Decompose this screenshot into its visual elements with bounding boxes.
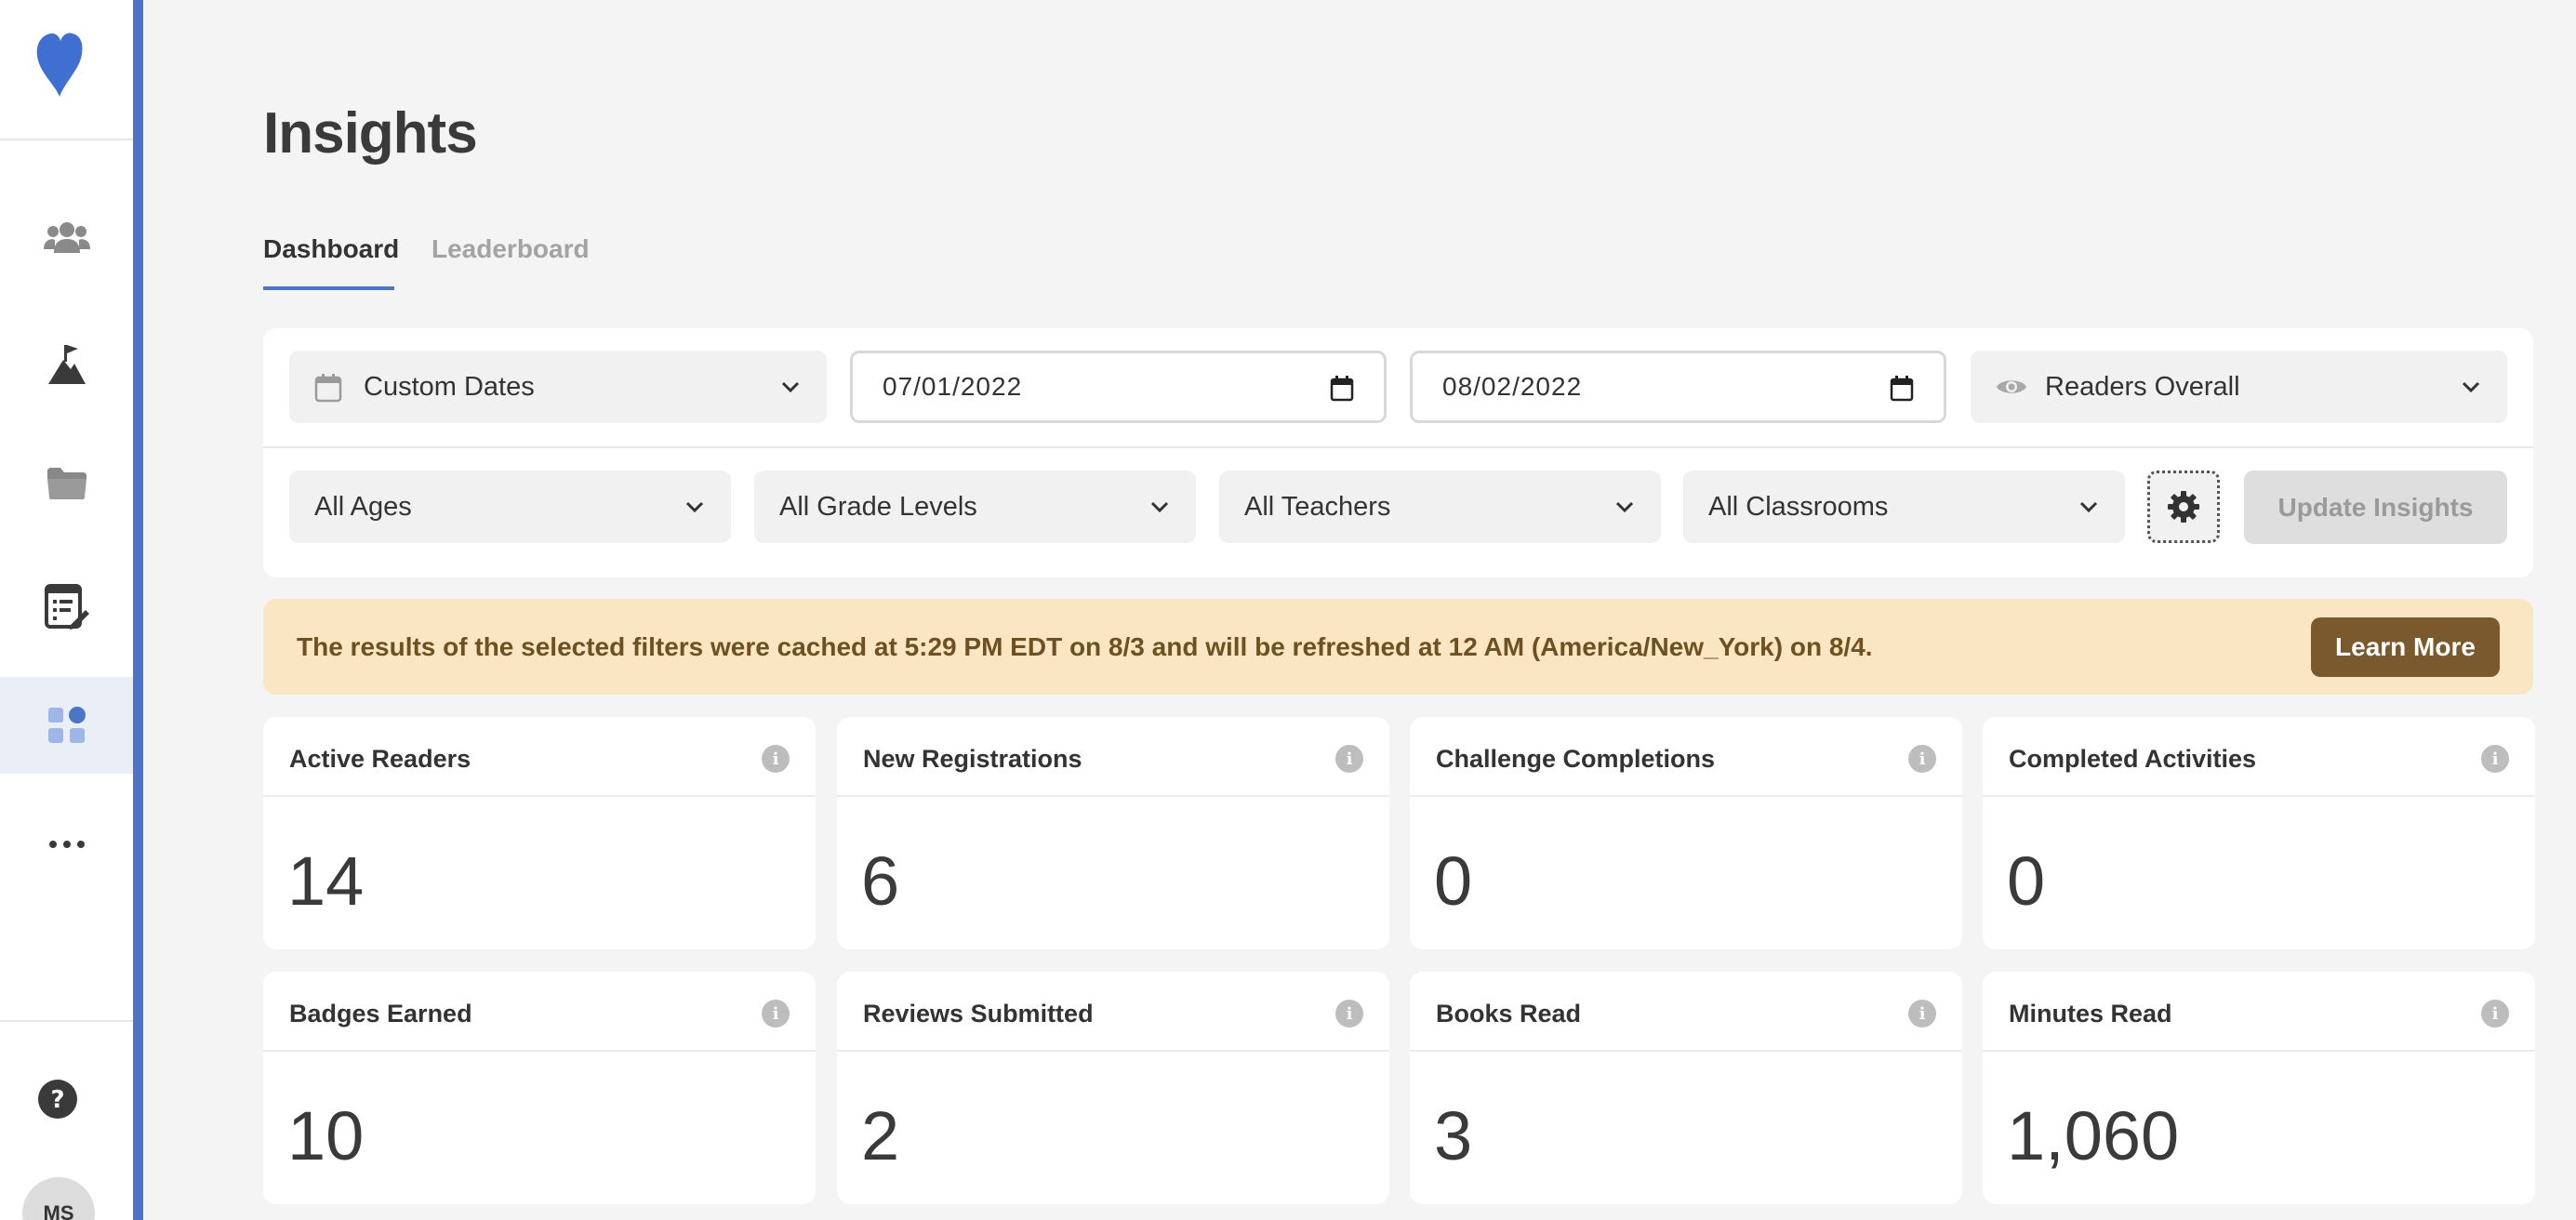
sidebar: ? MS bbox=[0, 0, 133, 1220]
classrooms-label: All Classrooms bbox=[1708, 491, 1889, 522]
active-tab-indicator bbox=[263, 286, 394, 290]
stat-card-reviews-submitted: Reviews Submitted i 2 bbox=[837, 972, 1389, 1204]
sidebar-item-resources[interactable] bbox=[0, 435, 133, 532]
cache-notice-text: The results of the selected filters were… bbox=[297, 632, 1873, 661]
stat-card-completed-activities: Completed Activities i 0 bbox=[1983, 717, 2535, 949]
folder-icon bbox=[46, 468, 86, 499]
eye-icon bbox=[1997, 380, 2026, 393]
sidebar-item-insights[interactable] bbox=[0, 677, 133, 774]
date-range-select[interactable]: Custom Dates bbox=[289, 351, 827, 423]
mountain-flag-icon bbox=[47, 345, 86, 384]
stat-title: Reviews Submitted bbox=[863, 1000, 1094, 1028]
classrooms-select[interactable]: All Classrooms bbox=[1683, 471, 2125, 543]
chevron-down-icon bbox=[2079, 501, 2098, 513]
more-dots-icon bbox=[48, 841, 85, 848]
page-title: Insights bbox=[263, 101, 478, 166]
sidebar-accent-bar bbox=[133, 0, 143, 1220]
grade-levels-select[interactable]: All Grade Levels bbox=[754, 471, 1196, 543]
stat-title: Minutes Read bbox=[2009, 1000, 2172, 1028]
avatar[interactable]: MS bbox=[22, 1177, 95, 1220]
stat-value: 14 bbox=[287, 842, 365, 920]
info-icon[interactable]: i bbox=[2481, 1000, 2509, 1028]
stat-value: 0 bbox=[1434, 842, 1473, 920]
view-select[interactable]: Readers Overall bbox=[1971, 351, 2507, 423]
info-icon[interactable]: i bbox=[1335, 745, 1363, 773]
stat-value: 10 bbox=[287, 1097, 365, 1174]
card-divider bbox=[1410, 795, 1962, 797]
dashboard-icon bbox=[47, 707, 86, 743]
tab-leaderboard[interactable]: Leaderboard bbox=[432, 234, 590, 264]
stat-card-minutes-read: Minutes Read i 1,060 bbox=[1983, 972, 2535, 1204]
stat-card-active-readers: Active Readers i 14 bbox=[263, 717, 816, 949]
stat-value: 3 bbox=[1434, 1097, 1473, 1174]
stat-value: 6 bbox=[861, 842, 900, 920]
stat-title: Challenge Completions bbox=[1436, 745, 1716, 773]
sidebar-item-activities[interactable] bbox=[0, 559, 133, 656]
teachers-label: All Teachers bbox=[1244, 491, 1391, 522]
checklist-edit-icon bbox=[44, 584, 89, 630]
info-icon[interactable]: i bbox=[1908, 745, 1936, 773]
info-icon[interactable]: i bbox=[762, 1000, 790, 1028]
sidebar-divider bbox=[0, 1020, 133, 1022]
ages-select[interactable]: All Ages bbox=[289, 471, 731, 543]
stat-value: 1,060 bbox=[2007, 1097, 2180, 1174]
sidebar-item-challenges[interactable] bbox=[0, 316, 133, 413]
card-divider bbox=[263, 1050, 816, 1052]
stat-value: 0 bbox=[2007, 842, 2046, 920]
card-divider bbox=[1410, 1050, 1962, 1052]
grade-levels-label: All Grade Levels bbox=[779, 491, 977, 522]
tab-dashboard[interactable]: Dashboard bbox=[263, 234, 399, 264]
info-icon[interactable]: i bbox=[2481, 745, 2509, 773]
card-divider bbox=[1983, 795, 2535, 797]
chevron-down-icon bbox=[685, 501, 704, 513]
stat-title: Badges Earned bbox=[289, 1000, 472, 1028]
info-icon[interactable]: i bbox=[762, 745, 790, 773]
svg-text:?: ? bbox=[50, 1086, 64, 1114]
sidebar-item-more[interactable] bbox=[0, 796, 133, 893]
ages-label: All Ages bbox=[314, 491, 412, 522]
start-date-value: 07/01/2022 bbox=[883, 372, 1023, 401]
update-insights-button[interactable]: Update Insights bbox=[2244, 471, 2507, 544]
stat-card-books-read: Books Read i 3 bbox=[1410, 972, 1962, 1204]
heart-logo-icon[interactable] bbox=[35, 32, 84, 97]
filter-divider bbox=[263, 446, 2533, 448]
chevron-down-icon bbox=[781, 381, 800, 393]
card-divider bbox=[837, 795, 1389, 797]
sidebar-divider bbox=[0, 139, 133, 140]
chevron-down-icon bbox=[1615, 501, 1634, 513]
sidebar-item-people[interactable] bbox=[0, 192, 133, 288]
card-divider bbox=[263, 795, 816, 797]
calendar-icon[interactable] bbox=[1330, 376, 1354, 402]
info-icon[interactable]: i bbox=[1908, 1000, 1936, 1028]
date-range-label: Custom Dates bbox=[364, 371, 535, 402]
help-icon[interactable]: ? bbox=[37, 1079, 78, 1120]
end-date-input[interactable]: 08/02/2022 bbox=[1410, 351, 1946, 423]
info-icon[interactable]: i bbox=[1335, 1000, 1363, 1028]
stat-card-challenge-completions: Challenge Completions i 0 bbox=[1410, 717, 1962, 949]
stat-value: 2 bbox=[861, 1097, 900, 1174]
view-label: Readers Overall bbox=[2045, 371, 2240, 402]
card-divider bbox=[1983, 1050, 2535, 1052]
cache-notice: The results of the selected filters were… bbox=[263, 599, 2533, 695]
stat-title: Completed Activities bbox=[2009, 745, 2257, 773]
gear-icon bbox=[2168, 491, 2199, 523]
start-date-input[interactable]: 07/01/2022 bbox=[850, 351, 1387, 423]
stat-title: New Registrations bbox=[863, 745, 1082, 773]
calendar-icon bbox=[314, 374, 342, 403]
teachers-select[interactable]: All Teachers bbox=[1219, 471, 1661, 543]
card-divider bbox=[837, 1050, 1389, 1052]
chevron-down-icon bbox=[1150, 501, 1169, 513]
people-icon bbox=[43, 222, 90, 253]
learn-more-button[interactable]: Learn More bbox=[2311, 617, 2500, 677]
avatar-initials: MS bbox=[43, 1201, 74, 1220]
end-date-value: 08/02/2022 bbox=[1442, 372, 1583, 401]
chevron-down-icon bbox=[2462, 381, 2480, 393]
settings-button[interactable] bbox=[2147, 471, 2220, 543]
stat-card-badges-earned: Badges Earned i 10 bbox=[263, 972, 816, 1204]
stat-card-new-registrations: New Registrations i 6 bbox=[837, 717, 1389, 949]
stat-title: Books Read bbox=[1436, 1000, 1582, 1028]
calendar-icon[interactable] bbox=[1890, 376, 1914, 402]
stat-title: Active Readers bbox=[289, 745, 471, 773]
